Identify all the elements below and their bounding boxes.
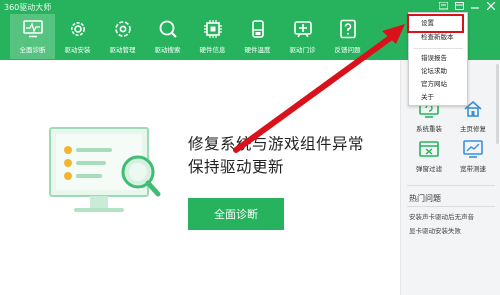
- app-window: 360驱动大师 全面诊断 驱动安装 驱动管理 驱动搜索 硬件信息 硬件温度 驱动…: [0, 0, 500, 295]
- annotation-arrow: [233, 24, 405, 153]
